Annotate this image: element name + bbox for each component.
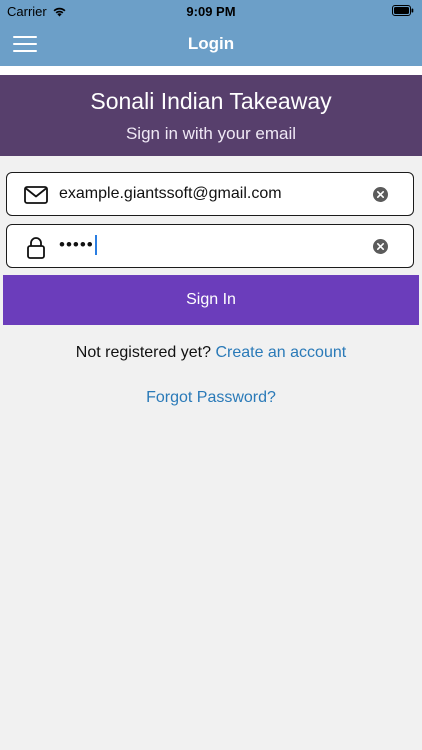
email-field[interactable]: example.giantssoft@gmail.com (6, 172, 414, 216)
clear-icon[interactable] (373, 239, 388, 254)
restaurant-name: Sonali Indian Takeaway (90, 88, 332, 114)
not-registered-text: Not registered yet? (75, 344, 211, 361)
create-account-link[interactable]: Create an account (215, 344, 346, 361)
page-title: Login (187, 34, 235, 53)
sign-in-button[interactable]: Sign In (3, 275, 419, 325)
forgot-password-link[interactable]: Forgot Password? (0, 389, 422, 407)
battery-icon (392, 5, 414, 16)
nav-divider (0, 66, 422, 75)
navigation-bar: Login (0, 22, 422, 66)
status-time: 9:09 PM (186, 4, 236, 19)
banner-subtitle: Sign in with your email (125, 124, 297, 143)
password-value: ••••• (59, 235, 97, 255)
header-banner: Sonali Indian Takeaway Sign in with your… (0, 75, 422, 156)
text-cursor (94, 235, 97, 255)
lock-icon (27, 237, 45, 259)
status-bar: Carrier 9:09 PM (0, 0, 422, 22)
password-mask: ••••• (59, 235, 94, 254)
register-row: Not registered yet? Create an account (0, 344, 422, 362)
password-field[interactable]: ••••• (6, 224, 414, 268)
email-value: example.giantssoft@gmail.com (59, 185, 282, 202)
clear-icon[interactable] (373, 187, 388, 202)
envelope-icon (24, 186, 48, 204)
